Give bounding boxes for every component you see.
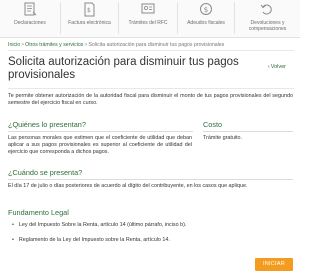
- chevron-left-icon: ‹: [267, 64, 270, 70]
- nav-item-adeudos[interactable]: $ Adeudos fiscales: [178, 0, 234, 37]
- divider: [8, 179, 293, 180]
- legal-heading: Fundamento Legal: [8, 208, 69, 217]
- breadcrumb-current: Solicita autorización para disminuir tus…: [88, 42, 225, 48]
- top-navigation: Declaraciones $ Factura electrónica Trám…: [0, 0, 300, 38]
- nav-label: Devoluciones y compensaciones: [248, 20, 287, 32]
- tax-debts-icon: $: [200, 3, 212, 15]
- declarations-icon: [24, 2, 37, 16]
- divider: [8, 50, 294, 51]
- breadcrumb-home-link[interactable]: Inicio: [8, 42, 20, 48]
- when-heading: ¿Cuándo se presenta?: [8, 168, 83, 177]
- nav-item-declaraciones[interactable]: Declaraciones: [0, 0, 60, 37]
- divider: [8, 131, 193, 132]
- back-label: Volver: [270, 64, 286, 70]
- cost-heading: Costo: [203, 120, 223, 129]
- svg-text:$: $: [87, 7, 91, 14]
- nav-item-factura[interactable]: $ Factura electrónica: [61, 0, 118, 37]
- nav-label: Declaraciones: [14, 20, 46, 26]
- breadcrumb-section-link[interactable]: Otros trámites y servicios: [25, 42, 83, 48]
- list-item: Ley del Impuesto Sobre la Renta, artícul…: [12, 222, 187, 228]
- nav-label: Factura electrónica: [68, 20, 111, 26]
- refunds-icon: [260, 4, 272, 15]
- breadcrumb: Inicio>Otros trámites y servicios>Solici…: [8, 42, 225, 48]
- invoice-icon: $: [84, 2, 95, 17]
- divider: [8, 88, 294, 89]
- rfc-procedures-icon: [141, 3, 155, 14]
- who-text: Las personas morales que estimen que el …: [8, 135, 192, 155]
- nav-item-devoluciones[interactable]: Devoluciones y compensaciones: [235, 0, 300, 37]
- divider: [203, 131, 293, 132]
- cost-text: Trámite gratuito.: [203, 135, 243, 141]
- start-button[interactable]: INICIAR: [255, 258, 293, 271]
- nav-item-tramites-rfc[interactable]: Trámites del RFC: [119, 0, 177, 37]
- svg-text:$: $: [204, 6, 208, 14]
- back-link[interactable]: ‹Volver: [268, 64, 287, 70]
- list-item: Reglamento de la Ley del Impuesto sobre …: [12, 237, 170, 243]
- nav-label: Adeudos fiscales: [187, 20, 225, 26]
- page-title: Solicita autorización para disminuir tus…: [8, 56, 239, 81]
- nav-label: Trámites del RFC: [128, 20, 168, 26]
- intro-text: Te permite obtener autorización de la au…: [8, 93, 293, 106]
- who-heading: ¿Quiénes lo presentan?: [8, 120, 86, 129]
- when-text: El día 17 de julio o días posteriores de…: [8, 183, 248, 189]
